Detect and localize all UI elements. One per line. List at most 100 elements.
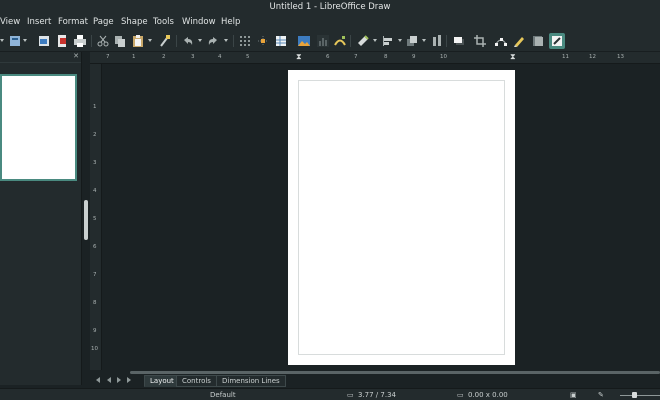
align-icon[interactable] bbox=[381, 34, 395, 48]
menu-view[interactable]: View bbox=[0, 15, 20, 30]
menu-tools[interactable]: Tools bbox=[153, 15, 174, 30]
ruler-label: 10 bbox=[91, 346, 98, 352]
separator bbox=[350, 35, 351, 47]
paste-icon[interactable] bbox=[131, 34, 145, 48]
export-pdf-icon[interactable] bbox=[55, 34, 69, 48]
object-size: 0.00 x 0.00 bbox=[468, 391, 508, 399]
separator bbox=[233, 35, 234, 47]
menu-help[interactable]: Help bbox=[221, 15, 240, 30]
close-icon[interactable]: ✕ bbox=[73, 52, 79, 60]
templates-dropdown-arrow[interactable] bbox=[23, 39, 27, 42]
ruler-label: 3 bbox=[191, 54, 195, 60]
undo-icon[interactable] bbox=[181, 34, 195, 48]
horizontal-scrollbar[interactable] bbox=[130, 371, 660, 374]
ruler-label: 2 bbox=[162, 54, 166, 60]
ruler-label: 7 bbox=[106, 54, 110, 60]
print-icon[interactable] bbox=[73, 34, 87, 48]
chart-icon[interactable] bbox=[316, 34, 330, 48]
ruler-label: 6 bbox=[326, 54, 330, 60]
left-indent-marker[interactable]: ⧗ bbox=[296, 52, 302, 62]
crop-icon[interactable] bbox=[473, 34, 487, 48]
points-icon[interactable] bbox=[494, 34, 508, 48]
undo-dropdown-arrow[interactable] bbox=[198, 39, 202, 42]
distribute-icon[interactable] bbox=[430, 34, 444, 48]
ruler-label: 13 bbox=[617, 54, 624, 60]
shadow-icon[interactable] bbox=[452, 34, 466, 48]
ruler-label: 4 bbox=[218, 54, 222, 60]
position-icon: ▭ bbox=[347, 391, 354, 399]
align-dropdown-arrow[interactable] bbox=[398, 39, 402, 42]
transform-icon[interactable] bbox=[356, 34, 370, 48]
status-bar: Default ▭ 3.77 / 7.34 ▭ 0.00 x 0.00 ▣ ✎ bbox=[0, 388, 660, 400]
ruler-label: 6 bbox=[93, 244, 97, 250]
toggle-extrusion-icon[interactable] bbox=[512, 34, 526, 48]
ruler-label: 8 bbox=[384, 54, 388, 60]
cursor-position: 3.77 / 7.34 bbox=[358, 391, 396, 399]
templates-icon[interactable] bbox=[8, 34, 22, 48]
next-tab-icon[interactable] bbox=[117, 377, 121, 383]
title-bar: Untitled 1 - LibreOffice Draw bbox=[0, 0, 660, 15]
menu-format[interactable]: Format bbox=[58, 15, 88, 30]
separator bbox=[91, 35, 92, 47]
redo-dropdown-arrow[interactable] bbox=[224, 39, 228, 42]
menu-shape[interactable]: Shape bbox=[121, 15, 148, 30]
right-indent-marker[interactable]: ⧗ bbox=[510, 52, 516, 62]
copy-icon[interactable] bbox=[113, 34, 127, 48]
vertical-ruler[interactable]: 1 2 3 4 5 6 7 8 9 10 bbox=[90, 64, 102, 370]
cut-icon[interactable] bbox=[96, 34, 110, 48]
paste-dropdown-arrow[interactable] bbox=[148, 39, 152, 42]
tab-controls[interactable]: Controls bbox=[176, 375, 217, 387]
image-icon[interactable] bbox=[297, 34, 311, 48]
horizontal-ruler[interactable]: 7 1 2 3 4 5 6 7 8 9 10 11 12 13 ⧗ ⧗ bbox=[90, 52, 660, 64]
redo-icon[interactable] bbox=[206, 34, 220, 48]
ruler-label: 5 bbox=[93, 216, 97, 222]
tab-dimension-lines[interactable]: Dimension Lines bbox=[216, 375, 286, 387]
zoom-slider-track[interactable] bbox=[620, 395, 660, 396]
last-tab-icon[interactable] bbox=[127, 377, 131, 383]
new-dropdown-arrow[interactable] bbox=[0, 39, 4, 42]
digital-signature-icon[interactable]: ✎ bbox=[598, 389, 604, 400]
export-icon[interactable] bbox=[37, 34, 51, 48]
ruler-label: 9 bbox=[93, 328, 97, 334]
separator bbox=[446, 35, 447, 47]
ruler-label: 1 bbox=[93, 104, 97, 110]
ruler-label: 4 bbox=[93, 188, 97, 194]
ruler-label: 11 bbox=[562, 54, 569, 60]
transform-dropdown-arrow[interactable] bbox=[373, 39, 377, 42]
first-tab-icon[interactable] bbox=[96, 377, 100, 383]
previous-tab-icon[interactable] bbox=[107, 377, 111, 383]
document-modified-icon[interactable]: ▣ bbox=[570, 389, 577, 400]
ruler-label: 1 bbox=[132, 54, 136, 60]
page-margin-outline bbox=[298, 80, 505, 355]
clone-formatting-icon[interactable] bbox=[158, 34, 172, 48]
arrange-dropdown-arrow[interactable] bbox=[422, 39, 426, 42]
ruler-label: 7 bbox=[354, 54, 358, 60]
fontwork-icon[interactable] bbox=[333, 34, 347, 48]
separator bbox=[176, 35, 177, 47]
ruler-label: 12 bbox=[589, 54, 596, 60]
size-icon: ▭ bbox=[457, 391, 464, 399]
ruler-label: 7 bbox=[93, 272, 97, 278]
table-icon[interactable] bbox=[274, 34, 288, 48]
ruler-label: 9 bbox=[412, 54, 416, 60]
zoom-slider-handle[interactable] bbox=[632, 392, 637, 398]
menu-insert[interactable]: Insert bbox=[27, 15, 51, 30]
pane-splitter-handle[interactable] bbox=[84, 200, 88, 240]
tab-layout[interactable]: Layout bbox=[144, 375, 180, 387]
page-pane-header bbox=[0, 52, 81, 63]
arrange-icon[interactable] bbox=[405, 34, 419, 48]
window-title: Untitled 1 - LibreOffice Draw bbox=[269, 2, 391, 12]
menu-bar: View Insert Format Page Shape Tools Wind… bbox=[0, 15, 660, 30]
ruler-label: 5 bbox=[246, 54, 250, 60]
page-thumbnail[interactable] bbox=[0, 74, 77, 181]
menu-page[interactable]: Page bbox=[93, 15, 114, 30]
page-style-label[interactable]: Default bbox=[210, 389, 236, 400]
menu-window[interactable]: Window bbox=[182, 15, 216, 30]
helplines-icon[interactable] bbox=[256, 34, 270, 48]
grid-icon[interactable] bbox=[238, 34, 252, 48]
ruler-label: 8 bbox=[93, 300, 97, 306]
ruler-label: 10 bbox=[440, 54, 447, 60]
ruler-label: 3 bbox=[93, 160, 97, 166]
sidebar-icon[interactable] bbox=[531, 34, 545, 48]
show-draw-functions-icon[interactable] bbox=[549, 33, 565, 49]
